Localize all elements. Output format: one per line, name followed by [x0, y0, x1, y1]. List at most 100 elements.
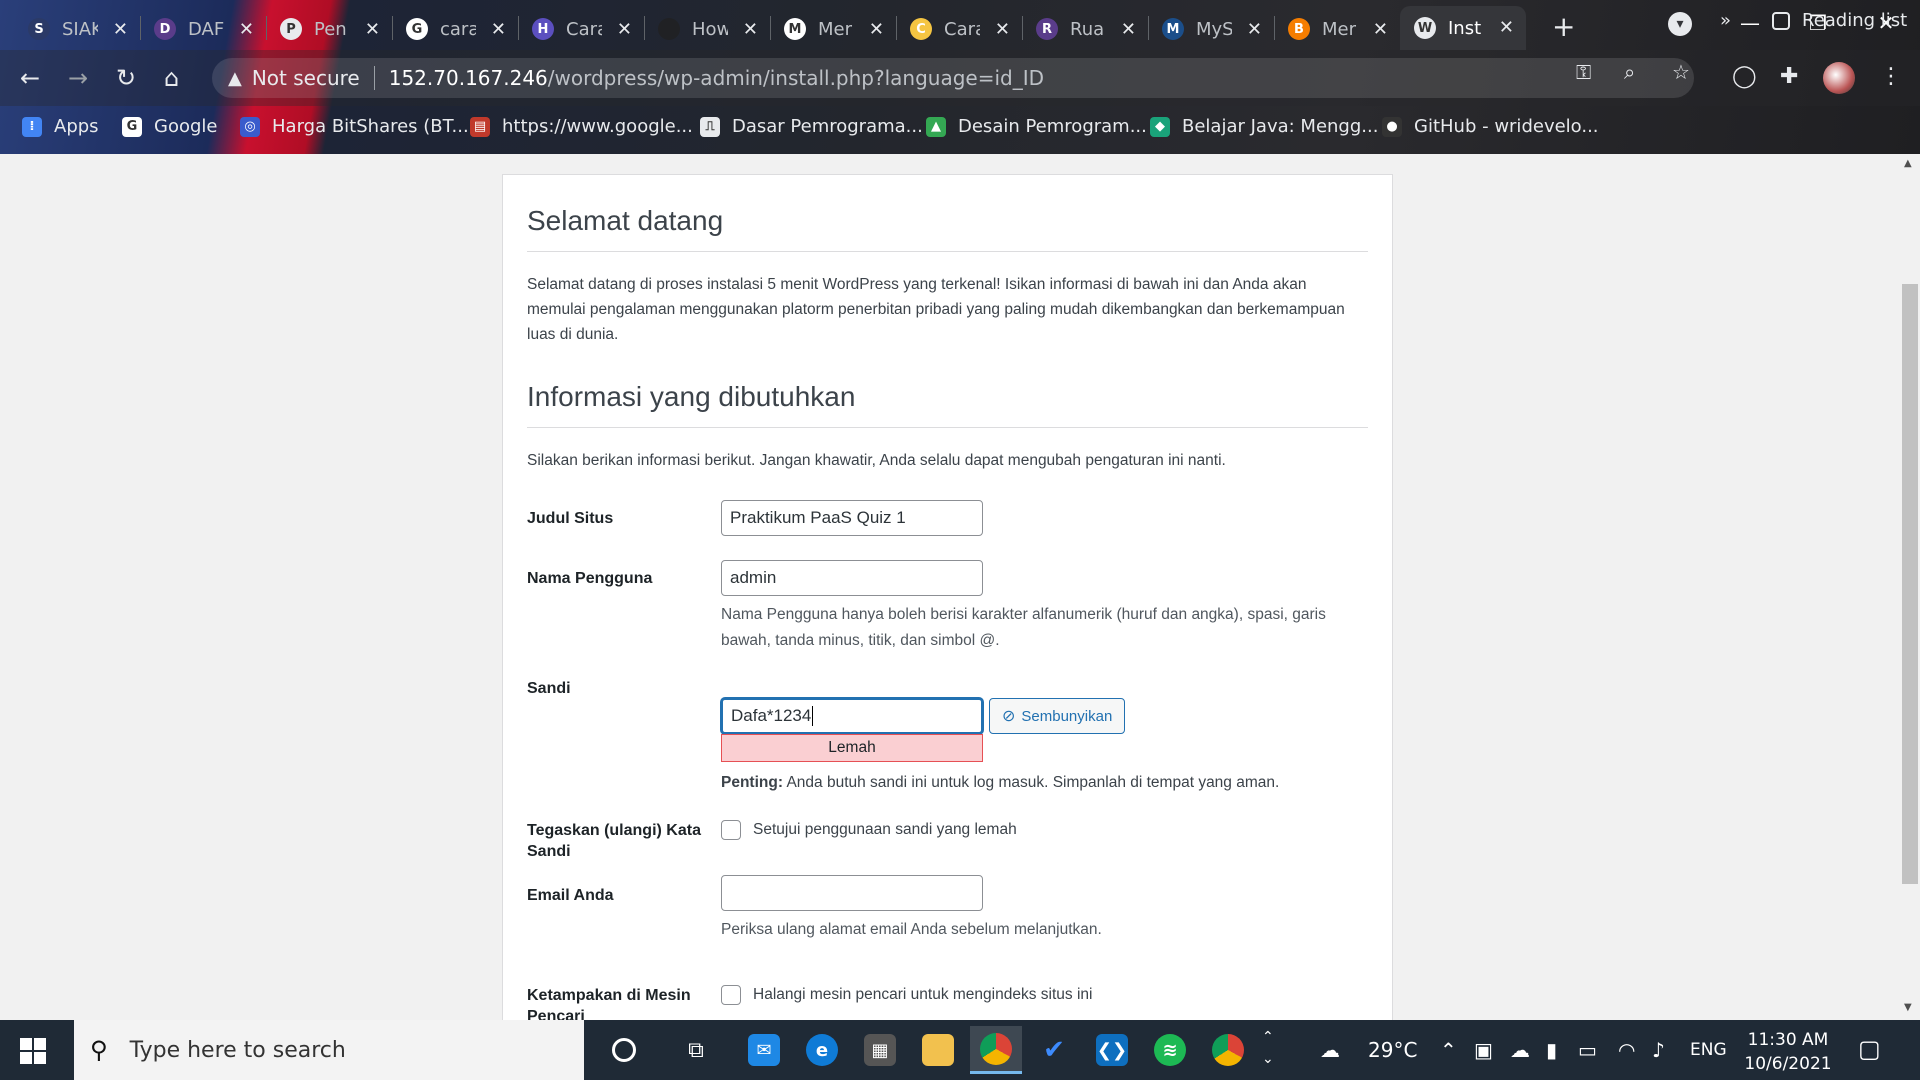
taskbar-chrome-2[interactable] — [1202, 1026, 1254, 1074]
taskbar-vscode[interactable]: ❮❯ — [1086, 1026, 1138, 1074]
bookmark-item[interactable]: ⎍ Dasar Pemrograma... — [700, 116, 923, 137]
bookmark-item[interactable]: G Google — [122, 116, 217, 137]
cortana-button[interactable] — [598, 1026, 650, 1074]
bookmark-item[interactable]: ▤ https://www.google... — [470, 116, 693, 137]
weather-cloud-icon[interactable]: ☁ — [1320, 1038, 1340, 1062]
taskbar-search-box[interactable]: ⚲ Type here to search — [74, 1020, 584, 1080]
scroll-down-arrow-icon[interactable]: ▼ — [1904, 1002, 1912, 1013]
browser-tab[interactable]: S SIAK ✕ — [14, 8, 140, 50]
password-value: Dafa*1234 — [731, 706, 812, 725]
system-clock[interactable]: 11:30 AM 10/6/2021 — [1742, 1028, 1834, 1076]
taskbar-mail[interactable]: ✉ — [738, 1026, 790, 1074]
bookmark-star-icon[interactable]: ☆ — [1672, 60, 1690, 84]
volume-icon[interactable]: ♪ — [1652, 1038, 1665, 1062]
tab-close-icon[interactable]: ✕ — [1121, 19, 1136, 40]
key-icon[interactable]: ⚿ — [1576, 60, 1591, 84]
taskbar-todo[interactable]: ✔ — [1028, 1026, 1080, 1074]
tab-close-icon[interactable]: ✕ — [1247, 19, 1262, 40]
confirm-weak-password-checkbox[interactable] — [721, 820, 741, 840]
browser-tab[interactable]: Gcara ✕ — [392, 8, 518, 50]
confirm-weak-password-label[interactable]: Setujui penggunaan sandi yang lemah — [753, 821, 1017, 839]
taskbar-chrome[interactable] — [970, 1026, 1022, 1074]
password-input[interactable]: Dafa*1234 — [721, 698, 983, 734]
url-host[interactable]: 152.70.167.246 — [389, 66, 548, 90]
taskbar-spotify[interactable]: ≋ — [1144, 1026, 1196, 1074]
tab-close-icon[interactable]: ✕ — [239, 19, 254, 40]
tab-close-icon[interactable]: ✕ — [1499, 17, 1514, 38]
tab-title: Rua — [1070, 18, 1105, 40]
reading-list-button[interactable]: Reading list — [1772, 10, 1907, 31]
start-button[interactable] — [20, 1038, 46, 1064]
profile-avatar[interactable] — [1823, 62, 1855, 94]
bookmark-label: Desain Pemrogram... — [958, 116, 1147, 137]
notifications-icon[interactable]: ▢ — [1858, 1035, 1881, 1063]
menu-kebab-icon[interactable]: ⋮ — [1880, 64, 1902, 89]
username-input[interactable]: admin — [721, 560, 983, 596]
home-icon[interactable]: ⌂ — [164, 64, 179, 92]
taskbar-edge[interactable]: e — [796, 1026, 848, 1074]
taskbar-store[interactable]: ▦ — [854, 1026, 906, 1074]
bookmark-item[interactable]: ◎ Harga BitShares (BT... — [240, 116, 469, 137]
forward-arrow-icon[interactable]: → — [68, 64, 88, 92]
discourage-search-checkbox[interactable] — [721, 985, 741, 1005]
browser-tab[interactable]: How ✕ — [644, 8, 770, 50]
new-tab-button[interactable]: + — [1552, 10, 1575, 43]
browser-tab[interactable]: W Inst ✕ — [1400, 6, 1526, 50]
extensions-puzzle-icon[interactable]: ✚ — [1780, 64, 1798, 89]
usb-device-icon[interactable]: ▮ — [1546, 1038, 1557, 1062]
bookmark-item[interactable]: ▲ Desain Pemrogram... — [926, 116, 1147, 137]
tab-close-icon[interactable]: ✕ — [1373, 19, 1388, 40]
tab-search-icon[interactable]: ▾ — [1668, 12, 1692, 36]
browser-tab[interactable]: D DAF ✕ — [140, 8, 266, 50]
meet-now-icon[interactable]: ▣ — [1474, 1038, 1493, 1062]
discourage-search-engines[interactable]: Halangi mesin pencari untuk mengindeks s… — [721, 985, 1092, 1005]
confirm-weak-password[interactable]: Setujui penggunaan sandi yang lemah — [721, 820, 1017, 840]
browser-tab[interactable]: P Pen ✕ — [266, 8, 392, 50]
scroll-thumb[interactable] — [1902, 284, 1918, 884]
tab-close-icon[interactable]: ✕ — [617, 19, 632, 40]
address-bar[interactable]: ▲ Not secure 152.70.167.246 /wordpress/w… — [212, 58, 1694, 98]
browser-tab[interactable]: H Cara ✕ — [518, 8, 644, 50]
taskbar-file-explorer[interactable] — [912, 1026, 964, 1074]
wifi-icon[interactable]: ◠ — [1618, 1038, 1635, 1062]
security-status[interactable]: Not secure — [252, 66, 360, 90]
taskbar-scroll-arrows[interactable]: ⌃ ⌄ — [1262, 1026, 1274, 1070]
task-view-icon: ⧉ — [688, 1037, 704, 1063]
tab-close-icon[interactable]: ✕ — [743, 19, 758, 40]
url-path[interactable]: /wordpress/wp-admin/install.php?language… — [548, 66, 1044, 90]
browser-tab[interactable]: B Mer ✕ — [1274, 8, 1400, 50]
hide-password-button[interactable]: ⊘ Sembunyikan — [989, 698, 1126, 734]
battery-icon[interactable]: ▭ — [1578, 1038, 1597, 1062]
tab-close-icon[interactable]: ✕ — [365, 19, 380, 40]
tab-close-icon[interactable]: ✕ — [113, 19, 128, 40]
bookmark-item[interactable]: ⁞ Apps — [22, 116, 99, 137]
email-label: Email Anda — [527, 887, 614, 904]
tab-close-icon[interactable]: ✕ — [491, 19, 506, 40]
weather-temperature[interactable]: 29°C — [1368, 1038, 1417, 1062]
browser-tab[interactable]: C Cara ✕ — [896, 8, 1022, 50]
zoom-icon[interactable]: ⌕ — [1624, 60, 1635, 84]
show-hidden-icons-icon[interactable]: ⌃ — [1440, 1038, 1457, 1062]
discourage-search-label[interactable]: Halangi mesin pencari untuk mengindeks s… — [753, 986, 1092, 1004]
onedrive-icon[interactable]: ☁ — [1510, 1038, 1530, 1062]
input-language[interactable]: ENG — [1690, 1040, 1727, 1060]
back-arrow-icon[interactable]: ← — [20, 64, 40, 92]
browser-tab[interactable]: M Mer ✕ — [770, 8, 896, 50]
bookmark-item[interactable]: ◆ Belajar Java: Mengg... — [1150, 116, 1378, 137]
folder-icon — [922, 1034, 954, 1066]
page-scrollbar[interactable]: ▲ ▼ — [1898, 154, 1920, 1020]
email-input[interactable] — [721, 875, 983, 911]
tab-close-icon[interactable]: ✕ — [869, 19, 884, 40]
scroll-up-arrow-icon[interactable]: ▲ — [1904, 158, 1912, 169]
site-title-input[interactable]: Praktikum PaaS Quiz 1 — [721, 500, 983, 536]
browser-tab[interactable]: R Rua ✕ — [1022, 8, 1148, 50]
taskbar-search-placeholder[interactable]: Type here to search — [130, 1038, 346, 1063]
task-view-button[interactable]: ⧉ — [670, 1026, 722, 1074]
browser-tab[interactable]: M MyS ✕ — [1148, 8, 1274, 50]
warning-icon[interactable]: ▲ — [228, 68, 242, 89]
bookmarks-overflow-button[interactable]: » — [1720, 10, 1731, 31]
tab-close-icon[interactable]: ✕ — [995, 19, 1010, 40]
reload-icon[interactable]: ↻ — [116, 64, 136, 92]
bookmark-item[interactable]: ● GitHub - wridevelo... — [1382, 116, 1599, 137]
extension-circle-icon[interactable]: ◯ — [1732, 64, 1757, 89]
